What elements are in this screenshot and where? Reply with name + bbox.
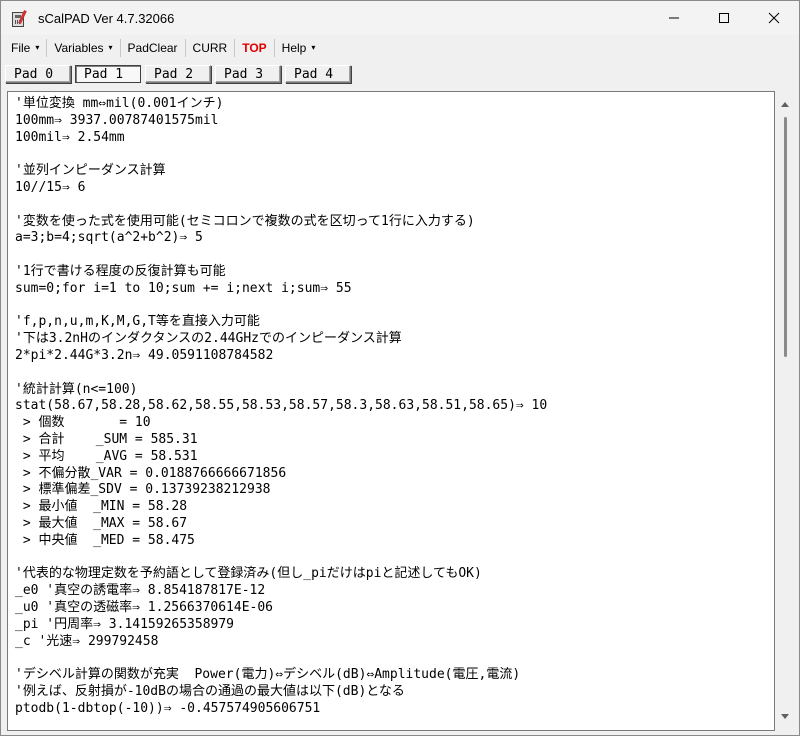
menu-file[interactable]: File ▾ [5,38,45,58]
editor-line: > 平均 _AVG = 58.531 [15,448,198,464]
menu-separator [184,39,186,57]
editor-line: > 最大値 _MAX = 58.67 [15,515,188,531]
menu-padclear[interactable]: PadClear [122,38,184,58]
editor-line: '代表的な物理定数を予約語として登録済み(但し_piだけはpiと記述してもOK) [15,566,482,582]
pad-tab-bar: Pad 0 Pad 1 Pad 2 Pad 3 Pad 4 [1,61,799,83]
editor-line: > 標準偏差_SDV = 0.13739238212938 [15,482,271,498]
editor-line: '例えば、反射損が-10dBの場合の通過の最大値は以下(dB)となる [15,683,405,699]
editor-line [15,550,547,567]
app-window: sCalPAD Ver 4.7.32066 File ▾ Variables ▾… [0,0,800,736]
tab-pad-1[interactable]: Pad 1 [75,65,141,83]
close-icon [768,12,780,24]
editor-line: > 個数 = 10 [15,415,151,431]
editor-line [15,146,547,163]
editor-line: 'デシベル計算の関数が充実 Power(電力)⇔デシベル(dB)⇔Amplitu… [15,667,521,683]
scrollbar-thumb[interactable] [784,117,787,357]
editor-line: _c '光速⇒ 299792458 [15,633,159,649]
editor-line: '単位変換 mm⇔mil(0.001インチ) [15,96,224,111]
tab-pad-4[interactable]: Pad 4 [285,65,351,83]
menu-bar: File ▾ Variables ▾ PadClear CURR TOP Hel… [1,35,799,61]
editor-line: 100mm⇒ 3937.00787401575mil [15,112,219,128]
editor-line: '1行で書ける程度の反復計算も可能 [15,263,226,279]
calc-editor[interactable]: '単位変換 mm⇔mil(0.001インチ) 100mm⇒ 3937.007874… [7,91,775,731]
editor-line: > 合計 _SUM = 585.31 [15,431,198,447]
editor-line [15,197,547,214]
editor-line: 10//15⇒ 6 [15,179,86,195]
vertical-scrollbar[interactable] [776,91,795,731]
chevron-down-icon: ▾ [35,43,40,52]
editor-line [15,650,547,667]
editor-line: _u0 '真空の透磁率⇒ 1.2566370614E-06 [15,599,274,615]
menu-top[interactable]: TOP [236,38,272,58]
minimize-icon [669,17,679,19]
title-bar[interactable]: sCalPAD Ver 4.7.32066 [1,1,799,35]
menu-separator [46,39,48,57]
editor-line: > 不偏分散_VAR = 0.0188766666671856 [15,465,287,481]
menu-variables[interactable]: Variables ▾ [48,38,118,58]
editor-line [15,298,547,315]
maximize-button[interactable] [699,1,749,35]
menu-separator [119,39,121,57]
editor-line: ptodb(1-dbtop(-10))⇒ -0.457574905606751 [15,700,321,716]
editor-line: _e0 '真空の誘電率⇒ 8.854187817E-12 [15,583,266,599]
editor-lines: '単位変換 mm⇔mil(0.001インチ) 100mm⇒ 3937.007874… [15,96,547,717]
editor-line: > 中央値 _MED = 58.475 [15,532,195,548]
window-title: sCalPAD Ver 4.7.32066 [38,10,175,26]
editor-line: > 最小値 _MIN = 58.28 [15,499,188,515]
editor-line: '変数を使った式を使用可能(セミコロンで複数の式を区切って1行に入力する) [15,213,475,229]
close-button[interactable] [749,1,799,35]
menu-help[interactable]: Help ▾ [276,38,322,58]
editor-line: sum=0;for i=1 to 10;sum += i;next i;sum⇒… [15,280,352,296]
editor-line: '下は3.2nHのインダクタンスの2.44GHzでのインピーダンス計算 [15,331,402,347]
editor-line: '統計計算(n<=100) [15,381,138,397]
scroll-up-icon[interactable] [781,102,789,107]
editor-line: 2*pi*2.44G*3.2n⇒ 49.0591108784582 [15,347,274,363]
editor-line: _pi '円周率⇒ 3.14159265358979 [15,616,235,632]
minimize-button[interactable] [649,1,699,35]
editor-line: stat(58.67,58.28,58.62,58.55,58.53,58.57… [15,398,548,414]
maximize-icon [719,13,729,23]
editor-line [15,365,547,382]
editor-line: 'f,p,n,u,m,K,M,G,T等を直接入力可能 [15,314,260,330]
editor-line: 100mil⇒ 2.54mm [15,129,125,145]
chevron-down-icon: ▾ [311,43,316,52]
menu-separator [234,39,236,57]
menu-curr[interactable]: CURR [187,38,234,58]
tab-pad-2[interactable]: Pad 2 [145,65,211,83]
scroll-down-icon[interactable] [781,714,789,719]
tab-pad-3[interactable]: Pad 3 [215,65,281,83]
tab-pad-0[interactable]: Pad 0 [5,65,71,83]
editor-line: a=3;b=4;sqrt(a^2+b^2)⇒ 5 [15,230,203,246]
app-calculator-icon[interactable] [12,10,28,27]
editor-line: '並列インピーダンス計算 [15,163,166,179]
menu-separator [273,39,275,57]
chevron-down-icon: ▾ [108,43,113,52]
editor-line [15,247,547,264]
